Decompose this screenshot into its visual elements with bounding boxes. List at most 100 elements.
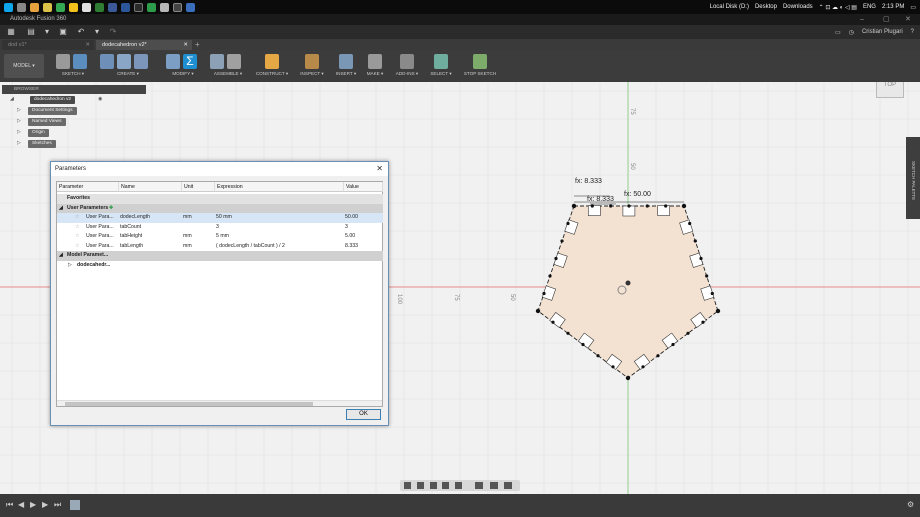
param-name[interactable]: dodecLength — [120, 213, 150, 223]
browser-item-named-views[interactable]: ▷ Named Views — [2, 116, 146, 127]
table-row[interactable]: ☆ User Para... tabHeight mm 5 mm 5.00 — [57, 232, 383, 242]
sketch-point[interactable] — [625, 375, 631, 381]
measure-icon[interactable] — [305, 54, 319, 69]
timeline-sketch-icon[interactable] — [70, 500, 80, 510]
insert-menu[interactable]: INSERT ▾ — [334, 71, 358, 77]
new-tab-icon[interactable]: + — [195, 39, 200, 50]
table-row[interactable]: ☆ User Para... dodecLength mm 50 mm 50.0… — [57, 213, 383, 223]
param-name[interactable]: tabCount — [120, 223, 141, 233]
favorite-star-icon[interactable]: ☆ — [75, 223, 80, 233]
stop-sketch-icon[interactable] — [473, 54, 487, 69]
sketch-point[interactable] — [715, 308, 721, 314]
sketch-point[interactable] — [542, 291, 546, 296]
sketch-point[interactable] — [554, 256, 558, 261]
data-panel-grid-icon[interactable]: ▦ — [6, 27, 16, 37]
sketch-point[interactable] — [548, 274, 552, 278]
pan-icon[interactable] — [430, 482, 437, 489]
desktop-link[interactable]: Desktop — [755, 4, 777, 10]
go-to-end-icon[interactable]: ⏭ — [54, 500, 61, 510]
select-group[interactable]: SELECT ▾ — [428, 54, 454, 80]
component-icon[interactable] — [210, 54, 224, 69]
zoom-icon[interactable] — [442, 482, 449, 489]
go-to-start-icon[interactable]: ⏮ — [6, 500, 13, 510]
table-row[interactable]: ☆ User Para... tabCount 3 3 — [57, 223, 383, 233]
sketch-palette-tab[interactable]: SKETCH PALETTE — [906, 137, 920, 219]
construct-group[interactable]: CONSTRUCT ▾ — [254, 54, 290, 80]
user-name[interactable]: Cristian Plugari — [862, 29, 903, 35]
play-icon[interactable]: ▶ — [30, 500, 36, 509]
expand-icon[interactable]: ▷ — [17, 138, 21, 149]
col-header[interactable]: Value — [344, 182, 383, 192]
param-name[interactable]: tabLength — [120, 242, 143, 252]
dimension-label[interactable]: fx: 50.00 — [624, 191, 651, 198]
tray-icons[interactable]: ⌃ ⊡ ☁ ◐ ◁ ▤ — [819, 4, 857, 11]
sketch-point[interactable] — [671, 342, 675, 347]
make-menu[interactable]: MAKE ▾ — [364, 71, 386, 77]
taskbar-app-icon[interactable] — [30, 2, 39, 12]
sketch-point[interactable] — [566, 221, 570, 226]
sketch-point[interactable] — [693, 239, 697, 243]
create-menu[interactable]: CREATE ▾ — [100, 71, 156, 77]
param-expression[interactable]: 50 mm — [216, 213, 232, 223]
press-pull-icon[interactable] — [166, 54, 180, 69]
sketch-point[interactable] — [627, 204, 631, 208]
expand-icon[interactable]: ▷ — [17, 127, 21, 138]
ok-button[interactable]: OK — [346, 409, 381, 420]
sketch-point[interactable] — [581, 342, 585, 347]
file-dropdown-icon[interactable]: ▾ — [42, 27, 52, 37]
undo-dropdown-icon[interactable]: ▾ — [92, 27, 102, 37]
scripts-icon[interactable] — [400, 54, 414, 69]
favorites-row[interactable]: Favorites — [57, 194, 383, 204]
browser-item-origin[interactable]: ▷ Origin — [2, 127, 146, 138]
sketch-point[interactable] — [609, 204, 613, 208]
browser-item-sketches[interactable]: ▷ Sketches — [2, 138, 146, 149]
box-icon[interactable] — [100, 54, 114, 69]
close-tab-icon[interactable]: ✕ — [183, 40, 188, 50]
history-icon[interactable]: ◷ — [849, 29, 854, 36]
table-row[interactable]: ☆ User Para... tabLength mm ( dodecLengt… — [57, 242, 383, 252]
drive-link[interactable]: Local Disk (D:) — [710, 4, 749, 10]
stop-sketch-group[interactable]: STOP SKETCH — [462, 54, 498, 80]
close-tab-icon[interactable]: ✕ — [85, 40, 90, 50]
modify-menu[interactable]: MODIFY ▾ — [166, 71, 200, 77]
favorite-star-icon[interactable]: ☆ — [75, 232, 80, 242]
add-ins-menu[interactable]: ADD-INS ▾ — [394, 71, 420, 77]
viewports-icon[interactable] — [504, 482, 512, 489]
workspace-switcher[interactable]: MODEL ▾ — [4, 54, 44, 78]
maximize-icon[interactable]: ▢ — [883, 14, 890, 25]
select-menu[interactable]: SELECT ▾ — [428, 71, 454, 77]
windows-start-icon[interactable] — [4, 2, 13, 12]
taskbar-app-icon[interactable] — [173, 2, 182, 12]
sketch-point[interactable] — [686, 331, 690, 335]
fit-icon[interactable] — [455, 482, 462, 489]
sketch-point[interactable] — [705, 274, 709, 278]
user-parameters-group[interactable]: ◢ User Parameters ✚ — [57, 203, 383, 214]
display-settings-icon[interactable] — [475, 482, 483, 489]
create-group[interactable]: CREATE ▾ — [100, 54, 156, 80]
sketch-menu[interactable]: SKETCH ▾ — [56, 71, 90, 77]
horizontal-scrollbar[interactable] — [57, 400, 382, 406]
expand-icon[interactable]: ▷ — [17, 116, 21, 127]
origin-point[interactable] — [625, 280, 631, 286]
close-icon[interactable]: ✕ — [376, 162, 383, 176]
taskbar-folder-icon[interactable] — [69, 2, 78, 12]
dialog-titlebar[interactable]: Parameters ✕ — [51, 162, 388, 176]
step-back-icon[interactable]: ◀ — [18, 500, 24, 509]
sketch-point[interactable] — [688, 221, 692, 226]
assemble-menu[interactable]: ASSEMBLE ▾ — [210, 71, 246, 77]
assemble-group[interactable]: ASSEMBLE ▾ — [210, 54, 246, 80]
plane-icon[interactable] — [265, 54, 279, 69]
sketch-point[interactable] — [611, 365, 615, 369]
mirror-icon[interactable] — [134, 54, 148, 69]
add-parameter-icon[interactable]: ✚ — [109, 204, 113, 214]
scrollbar-thumb[interactable] — [65, 402, 313, 406]
favorite-star-icon[interactable]: ☆ — [75, 242, 80, 252]
stop-sketch-button[interactable]: STOP SKETCH — [462, 71, 498, 76]
col-header[interactable]: Unit — [182, 182, 215, 192]
sketch-point[interactable] — [656, 354, 660, 358]
col-header[interactable]: Parameter — [57, 182, 119, 192]
pattern-icon[interactable] — [117, 54, 131, 69]
sketch-point[interactable] — [535, 308, 541, 314]
param-unit[interactable]: mm — [183, 213, 192, 223]
taskbar-app-icon[interactable] — [134, 2, 143, 12]
